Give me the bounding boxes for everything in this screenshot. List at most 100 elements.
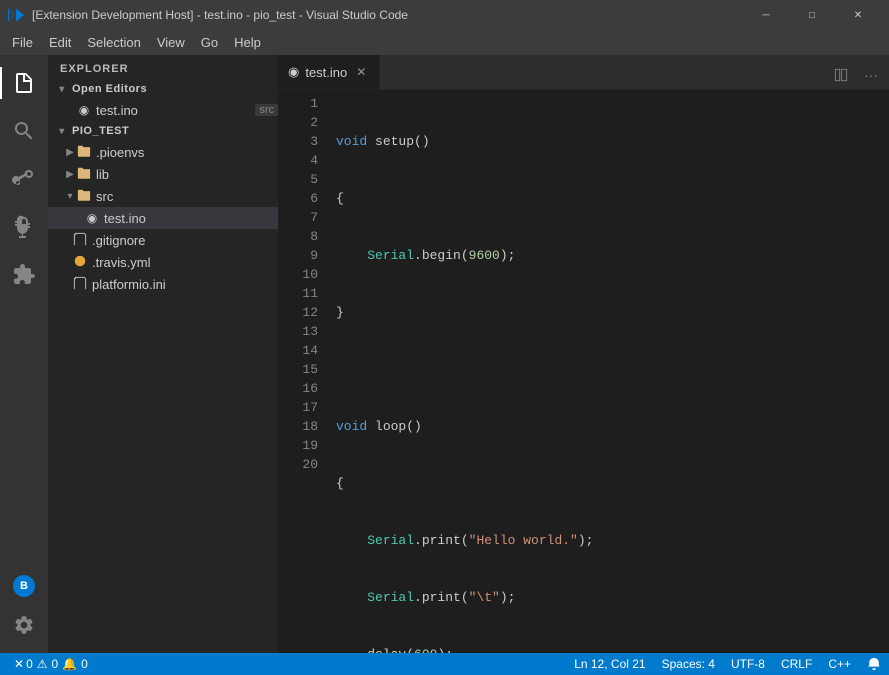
file-icon-platformio xyxy=(72,276,88,293)
search-activity-icon[interactable] xyxy=(0,107,48,155)
app-icon xyxy=(8,7,24,23)
file-icon-gitignore xyxy=(72,232,88,249)
src-chevron: ▾ xyxy=(64,191,76,202)
file-icon-test-ino: ◉ xyxy=(84,211,100,225)
sidebar: Explorer ▾ Open Editors ◉ test.ino src ▾… xyxy=(48,55,278,653)
code-line-5 xyxy=(336,360,889,379)
minimize-button[interactable]: ─ xyxy=(743,0,789,30)
more-actions-button[interactable]: ··· xyxy=(857,61,885,89)
line-numbers: 1 2 3 4 5 6 7 8 9 10 11 12 13 14 15 16 1… xyxy=(278,90,328,653)
sidebar-header: Explorer xyxy=(48,55,278,79)
maximize-button[interactable]: □ xyxy=(789,0,835,30)
open-editor-badge: src xyxy=(255,104,278,116)
code-content[interactable]: void setup() { Serial.begin(9600); } voi… xyxy=(328,90,889,653)
file-icon: ◉ xyxy=(76,103,92,117)
pio-test-chevron: ▾ xyxy=(56,126,68,137)
cursor-position: Ln 12, Col 21 xyxy=(574,657,645,671)
warning-count: 0 xyxy=(52,657,59,671)
line-ending-status[interactable]: CRLF xyxy=(773,653,820,675)
main-content: B Explorer ▾ Open Editors ◉ test.ino src… xyxy=(0,55,889,653)
language-value: C++ xyxy=(828,657,851,671)
error-count: 0 xyxy=(26,657,33,671)
settings-activity-icon[interactable] xyxy=(0,601,48,649)
spaces-status[interactable]: Spaces: 4 xyxy=(654,653,723,675)
close-button[interactable]: ✕ xyxy=(835,0,881,30)
errors-status[interactable]: ✕ 0 ⚠ 0 🔔 0 xyxy=(6,653,96,675)
code-line-2: { xyxy=(336,189,889,208)
window-title: [Extension Development Host] - test.ino … xyxy=(32,8,743,22)
test-ino-label: test.ino xyxy=(104,211,278,226)
code-line-4: } xyxy=(336,303,889,322)
encoding-status[interactable]: UTF-8 xyxy=(723,653,773,675)
pioenvs-chevron: ▶ xyxy=(64,147,76,158)
info-count: 0 xyxy=(81,657,88,671)
code-line-10: delay(600); xyxy=(336,645,889,653)
notifications-button[interactable] xyxy=(859,653,889,675)
open-editors-chevron: ▾ xyxy=(56,84,68,95)
pio-test-label: PIO_TEST xyxy=(72,125,129,137)
activity-bar: B xyxy=(0,55,48,653)
code-line-1: void setup() xyxy=(336,132,889,151)
menu-edit[interactable]: Edit xyxy=(41,30,79,55)
test-ino-tab[interactable]: ◉ test.ino ✕ xyxy=(278,55,380,89)
info-icon: 🔔 xyxy=(62,657,77,671)
folder-icon-lib xyxy=(76,166,92,183)
menu-go[interactable]: Go xyxy=(193,30,226,55)
menu-file[interactable]: File xyxy=(4,30,41,55)
lib-folder-item[interactable]: ▶ lib xyxy=(48,163,278,185)
debug-activity-icon[interactable] xyxy=(0,203,48,251)
tab-icon: ◉ xyxy=(288,64,299,80)
tab-actions: ··· xyxy=(827,61,889,89)
open-editors-header[interactable]: ▾ Open Editors xyxy=(48,79,278,99)
platformio-label: platformio.ini xyxy=(92,277,278,292)
status-bar: ✕ 0 ⚠ 0 🔔 0 Ln 12, Col 21 Spaces: 4 UTF-… xyxy=(0,653,889,675)
window-controls: ─ □ ✕ xyxy=(743,0,881,30)
code-editor[interactable]: 1 2 3 4 5 6 7 8 9 10 11 12 13 14 15 16 1… xyxy=(278,90,889,653)
gitignore-item[interactable]: .gitignore xyxy=(48,229,278,251)
error-icon: ✕ xyxy=(14,657,24,671)
open-editor-test-ino[interactable]: ◉ test.ino src xyxy=(48,99,278,121)
folder-icon xyxy=(76,144,92,161)
warning-icon: ⚠ xyxy=(37,657,48,671)
menu-view[interactable]: View xyxy=(149,30,193,55)
folder-icon-src xyxy=(76,188,92,205)
cursor-position-status[interactable]: Ln 12, Col 21 xyxy=(566,653,653,675)
titlebar: [Extension Development Host] - test.ino … xyxy=(0,0,889,30)
editor-area: ◉ test.ino ✕ ··· 1 2 3 4 5 6 7 8 xyxy=(278,55,889,653)
extensions-activity-icon[interactable] xyxy=(0,251,48,299)
line-ending-value: CRLF xyxy=(781,657,812,671)
menu-help[interactable]: Help xyxy=(226,30,269,55)
menubar: File Edit Selection View Go Help xyxy=(0,30,889,55)
pio-test-header[interactable]: ▾ PIO_TEST xyxy=(48,121,278,141)
menu-selection[interactable]: Selection xyxy=(79,30,148,55)
status-left: ✕ 0 ⚠ 0 🔔 0 xyxy=(0,653,102,675)
tab-label: test.ino xyxy=(305,65,347,80)
status-right: Ln 12, Col 21 Spaces: 4 UTF-8 CRLF C++ xyxy=(566,653,889,675)
file-icon-travis xyxy=(72,254,88,271)
spaces-value: Spaces: 4 xyxy=(662,657,715,671)
remote-badge-icon[interactable]: B xyxy=(13,575,35,597)
language-status[interactable]: C++ xyxy=(820,653,859,675)
pioenvs-label: .pioenvs xyxy=(96,145,278,160)
travis-yml-item[interactable]: .travis.yml xyxy=(48,251,278,273)
src-label: src xyxy=(96,189,278,204)
tab-bar: ◉ test.ino ✕ ··· xyxy=(278,55,889,90)
platformio-ini-item[interactable]: platformio.ini xyxy=(48,273,278,295)
lib-chevron: ▶ xyxy=(64,169,76,180)
lib-label: lib xyxy=(96,167,278,182)
travis-label: .travis.yml xyxy=(92,255,278,270)
split-editor-button[interactable] xyxy=(827,61,855,89)
gitignore-label: .gitignore xyxy=(92,233,278,248)
source-control-activity-icon[interactable] xyxy=(0,155,48,203)
test-ino-tree-item[interactable]: ◉ test.ino xyxy=(48,207,278,229)
pioenvs-folder-item[interactable]: ▶ .pioenvs xyxy=(48,141,278,163)
code-line-8: Serial.print("Hello world."); xyxy=(336,531,889,550)
code-line-9: Serial.print("\t"); xyxy=(336,588,889,607)
tab-close-button[interactable]: ✕ xyxy=(353,64,369,80)
encoding-value: UTF-8 xyxy=(731,657,765,671)
explorer-activity-icon[interactable] xyxy=(0,59,48,107)
open-editor-label: test.ino xyxy=(96,103,251,118)
code-line-3: Serial.begin(9600); xyxy=(336,246,889,265)
src-folder-item[interactable]: ▾ src xyxy=(48,185,278,207)
open-editors-label: Open Editors xyxy=(72,83,147,95)
